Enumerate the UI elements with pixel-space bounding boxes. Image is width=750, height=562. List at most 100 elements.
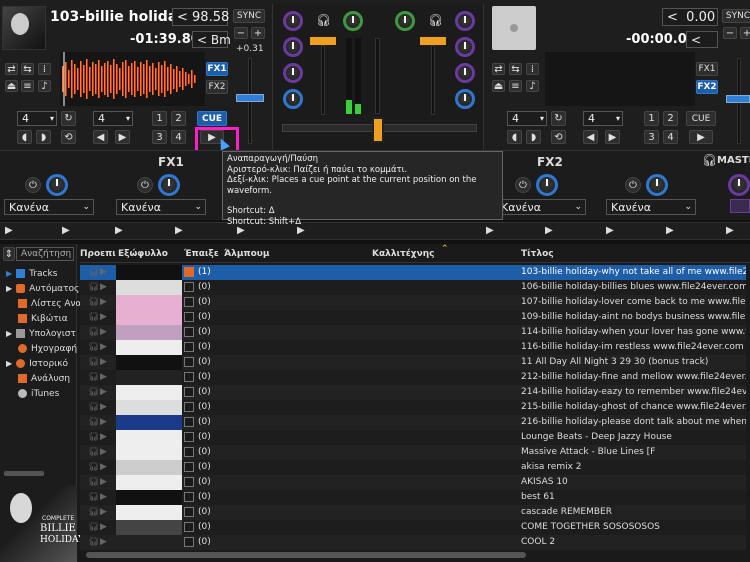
deck1-note-icon[interactable]: ♪ [38,80,51,92]
played-checkbox[interactable] [184,372,194,382]
table-row[interactable]: 🎧︎ ▶ (0) best 61 [80,490,746,505]
sampler-play-icon-4[interactable]: ▶ [175,225,183,236]
deck1-bpm[interactable]: < 98.58 [172,8,229,26]
mixer-high-left-knob[interactable] [283,37,303,57]
preview-play-icon[interactable]: ▶ [100,312,107,322]
sidebar-item-autodj[interactable]: ▶ Αυτόματος [6,281,79,296]
mixer-gain-right-knob[interactable] [455,11,475,31]
sidebar-item-recordings[interactable]: Ηχογραφή [6,341,77,356]
deck1-rewind-icon[interactable]: ◀ [93,130,108,144]
preview-headphones-icon[interactable]: 🎧︎ [88,357,99,367]
played-checkbox[interactable] [184,447,194,457]
fx2-slot2-select[interactable]: Κανένα ⌄ [606,199,696,215]
preview-headphones-icon[interactable]: 🎧︎ [88,402,99,412]
preview-headphones-icon[interactable]: 🎧︎ [88,492,99,502]
master-split-icon[interactable] [730,199,750,213]
preview-headphones-icon[interactable]: 🎧︎ [88,297,99,307]
played-checkbox[interactable] [184,462,194,472]
deck1-fx1-button[interactable]: FX1 [206,62,228,76]
table-row[interactable]: 🎧︎ ▶ (0) COOL 2 [80,535,746,550]
preview-headphones-icon[interactable]: 🎧︎ [88,267,99,277]
played-checkbox[interactable] [184,312,194,322]
preview-play-icon[interactable]: ▶ [100,342,107,352]
sampler-play-icon-2[interactable]: ▶ [62,225,70,236]
sampler-play-icon-10[interactable]: ▶ [666,225,674,236]
horizontal-scrollbar[interactable] [80,551,750,559]
preview-headphones-icon[interactable]: 🎧︎ [88,447,99,457]
master-volume-track[interactable] [375,38,380,114]
deck2-pitch-minus[interactable]: − [723,27,737,39]
preview-headphones-icon[interactable]: 🎧︎ [88,282,99,292]
deck1-forward-icon[interactable]: ▶ [115,130,130,144]
table-row[interactable]: 🎧︎ ▶ (0) 216-billie holiday-please dont tal… [80,415,746,430]
preview-play-icon[interactable]: ▶ [100,507,107,517]
table-row[interactable]: 🎧︎ ▶ (1) 103-billie holiday-why not take al… [80,265,746,280]
deck1-loop-size-b[interactable]: 4 ▾ [93,111,133,126]
fx2-slot2-knob[interactable] [646,174,668,196]
deck1-hotcue-4[interactable]: 4 [171,130,186,144]
deck2-grid-icon[interactable]: ⁞ [526,63,539,75]
mixer-mid-left-knob[interactable] [283,63,303,83]
table-row[interactable]: 🎧︎ ▶ (0) 109-billie holiday-aint no bodys b… [80,310,746,325]
sidebar-item-history[interactable]: ▶ Ιστορικό [6,356,68,371]
headphones-left-icon[interactable]: 🎧︎ [316,13,331,27]
table-row[interactable]: 🎧︎ ▶ (0) AKISAS 10 [80,475,746,490]
sampler-play-icon-9[interactable]: ▶ [606,225,614,236]
deck1-sync-button[interactable]: SYNC [233,9,265,23]
deck1-beatjump-left-icon[interactable]: ◖ [17,130,32,144]
mixer-gain-left-knob[interactable] [283,11,303,31]
sidebar-item-itunes[interactable]: iTunes [6,386,59,401]
deck2-beatjump-right-icon[interactable]: ◗ [526,130,541,144]
deck2-fx2-button[interactable]: FX2 [696,80,718,94]
played-checkbox[interactable] [184,522,194,532]
deck2-hotcue-2[interactable]: 2 [663,111,678,126]
table-row[interactable]: 🎧︎ ▶ (0) 11 All Day All Night 3 29 30 (bonu… [80,355,746,370]
table-row[interactable]: 🎧︎ ▶ (0) 106-billie holiday-billies blues w… [80,280,746,295]
deck2-shuffle-icon[interactable]: ⇆ [509,63,522,75]
deck2-loop-size-b[interactable]: 4 ▾ [583,111,623,126]
table-row[interactable]: 🎧︎ ▶ (0) akisa remix 2 [80,460,746,475]
fx1-slot1-select[interactable]: Κανένα ⌄ [4,199,94,215]
deck2-rewind-icon[interactable]: ◀ [583,130,598,144]
deck1-reloop-icon[interactable]: ⟲ [61,130,76,144]
played-checkbox[interactable] [184,357,194,367]
deck2-pitch-handle[interactable] [726,95,750,103]
table-row[interactable]: 🎧︎ ▶ (0) COME TOGETHER SOSOSOSOS [80,520,746,535]
preview-play-icon[interactable]: ▶ [100,432,107,442]
preview-headphones-icon[interactable]: 🎧︎ [88,507,99,517]
preview-headphones-icon[interactable]: 🎧︎ [88,522,99,532]
column-cover[interactable]: Εξώφυλλο [118,249,168,259]
preview-play-icon[interactable]: ▶ [100,537,107,547]
preview-play-icon[interactable]: ▶ [100,372,107,382]
deck1-eject-icon[interactable]: ⏏ [5,80,18,92]
preview-headphones-icon[interactable]: 🎧︎ [88,477,99,487]
column-album[interactable]: Άλμπουμ [224,249,270,259]
deck1-cue-button[interactable]: CUE [197,111,227,126]
fx1-slot2-power-icon[interactable]: ⏻ [137,177,153,193]
mixer-gain-center-right-knob[interactable] [395,11,415,31]
fx1-slot1-knob[interactable] [46,174,68,196]
preview-headphones-icon[interactable]: 🎧︎ [88,432,99,442]
deck2-play-button[interactable]: ▶ [689,130,713,144]
fx1-slot2-select[interactable]: Κανένα ⌄ [116,199,206,215]
sidebar-item-playlists[interactable]: Λίστες Ανα [6,296,81,311]
preview-headphones-icon[interactable]: 🎧︎ [88,387,99,397]
deck2-loop-size-a[interactable]: 4 ▾ [507,111,547,126]
table-row[interactable]: 🎧︎ ▶ (0) cascade REMEMBER [80,505,746,520]
deck2-waveform[interactable] [545,52,695,106]
deck1-shuffle-icon[interactable]: ⇆ [21,63,34,75]
deck2-forward-icon[interactable]: ▶ [605,130,620,144]
preview-headphones-icon[interactable]: 🎧︎ [88,312,99,322]
sidebar-scrollbar[interactable] [4,471,44,476]
preview-headphones-icon[interactable]: 🎧︎ [88,327,99,337]
preview-play-icon[interactable]: ▶ [100,462,107,472]
played-checkbox[interactable] [184,417,194,427]
deck2-sync-button[interactable]: SYNC [722,9,750,23]
preview-play-icon[interactable]: ▶ [100,357,107,367]
preview-play-icon[interactable]: ▶ [100,477,107,487]
mixer-volume-left-track[interactable] [321,45,325,115]
preview-play-icon[interactable]: ▶ [100,492,107,502]
table-row[interactable]: 🎧︎ ▶ (0) 214-billie holiday-eazy to remembe… [80,385,746,400]
deck2-eject-icon[interactable]: ⏏ [492,80,505,92]
preview-play-icon[interactable]: ▶ [100,402,107,412]
